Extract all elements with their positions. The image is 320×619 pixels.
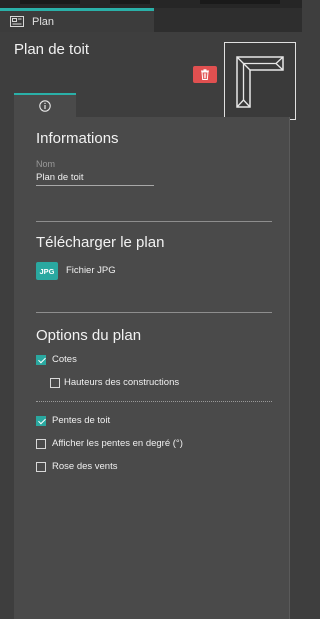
- tab-plan[interactable]: Plan: [0, 8, 154, 32]
- pentes-label: Pentes de toit: [52, 415, 111, 426]
- jpg-file-link[interactable]: Fichier JPG: [66, 265, 116, 276]
- tab-bar-filler: [154, 8, 302, 32]
- divider: [36, 312, 272, 313]
- cotes-checkbox[interactable]: [36, 355, 46, 365]
- tab-info[interactable]: [14, 93, 76, 117]
- name-field-underline: [36, 185, 154, 186]
- roof-plan-icon: [236, 56, 284, 108]
- tab-plan-label: Plan: [32, 15, 55, 28]
- rose-vents-checkbox[interactable]: [36, 462, 46, 472]
- download-heading: Télécharger le plan: [36, 234, 165, 251]
- name-label: Nom: [36, 159, 56, 169]
- plan-icon: [10, 16, 24, 27]
- plan-thumbnail[interactable]: [224, 42, 296, 120]
- top-strip: [0, 0, 302, 8]
- divider: [36, 221, 272, 222]
- page-title: Plan de toit: [14, 41, 90, 58]
- rose-vents-label: Rose des vents: [52, 461, 118, 472]
- properties-panel: Informations Nom Plan de toit Télécharge…: [14, 117, 290, 619]
- info-icon: [39, 100, 51, 112]
- pentes-checkbox[interactable]: [36, 416, 46, 426]
- hauteurs-checkbox[interactable]: [50, 378, 60, 388]
- jpg-button[interactable]: JPG: [36, 262, 58, 280]
- options-heading: Options du plan: [36, 327, 142, 344]
- pentes-degres-label: Afficher les pentes en degré (°): [52, 438, 183, 449]
- informations-heading: Informations: [36, 130, 119, 147]
- delete-button[interactable]: [193, 66, 217, 83]
- pentes-degres-checkbox[interactable]: [36, 439, 46, 449]
- trash-icon: [201, 69, 209, 80]
- cotes-label: Cotes: [52, 354, 77, 365]
- hauteurs-label: Hauteurs des constructions: [64, 377, 180, 388]
- name-field[interactable]: Plan de toit: [36, 172, 84, 183]
- dotted-divider: [36, 401, 272, 402]
